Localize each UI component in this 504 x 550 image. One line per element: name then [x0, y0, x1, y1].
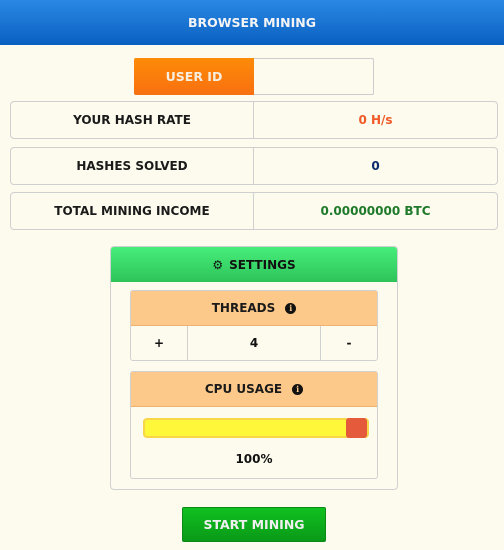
- settings-panel: ⚙ SETTINGS THREADS i + 4 - CPU USAGE i 1…: [110, 246, 398, 490]
- mining-income-value: 0.00000000 BTC: [320, 204, 431, 218]
- threads-stepper: + 4 -: [131, 326, 377, 360]
- info-icon[interactable]: i: [292, 383, 304, 395]
- hash-rate-value: 0 H/s: [358, 113, 393, 127]
- start-mining-button[interactable]: START MINING: [182, 507, 326, 542]
- user-id-label: USER ID: [134, 58, 254, 95]
- hashes-solved-row: HASHES SOLVED 0: [10, 147, 498, 185]
- hashes-solved-value: 0: [371, 159, 380, 173]
- info-icon[interactable]: i: [285, 302, 297, 314]
- user-id-row: USER ID: [134, 58, 374, 95]
- gear-icon: ⚙: [212, 257, 224, 272]
- threads-label: THREADS: [211, 301, 276, 315]
- settings-header: ⚙ SETTINGS: [111, 247, 397, 282]
- hashes-solved-label: HASHES SOLVED: [11, 148, 254, 184]
- cpu-usage-percent: 100%: [235, 452, 273, 466]
- cpu-usage-panel: CPU USAGE i 100%: [130, 371, 378, 479]
- hash-rate-row: YOUR HASH RATE 0 H/s: [10, 101, 498, 139]
- mining-income-row: TOTAL MINING INCOME 0.00000000 BTC: [10, 192, 498, 230]
- mining-income-label: TOTAL MINING INCOME: [11, 193, 254, 229]
- user-id-input[interactable]: [254, 58, 374, 95]
- settings-title: SETTINGS: [229, 257, 296, 272]
- threads-decrease-button[interactable]: -: [321, 326, 377, 360]
- cpu-usage-label: CPU USAGE: [204, 382, 283, 396]
- threads-header: THREADS i: [131, 291, 377, 326]
- threads-value: 4: [187, 326, 321, 360]
- threads-increase-button[interactable]: +: [131, 326, 187, 360]
- hash-rate-label: YOUR HASH RATE: [11, 102, 254, 138]
- threads-panel: THREADS i + 4 -: [130, 290, 378, 361]
- slider-handle[interactable]: [346, 418, 367, 438]
- app-header: BROWSER MINING: [0, 0, 504, 45]
- app-title: BROWSER MINING: [187, 15, 316, 30]
- cpu-usage-slider[interactable]: [143, 418, 369, 438]
- cpu-usage-header: CPU USAGE i: [131, 372, 377, 407]
